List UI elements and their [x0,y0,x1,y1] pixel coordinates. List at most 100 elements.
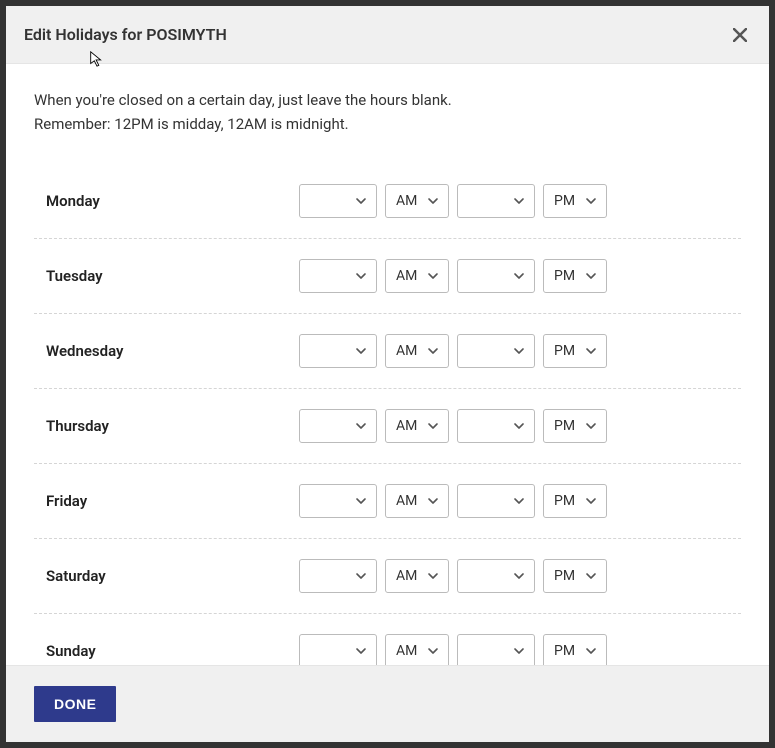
close-period-select[interactable]: PM [543,484,607,518]
chevron-down-icon [354,419,368,433]
close-period-select[interactable]: PM [543,634,607,665]
open-period-select[interactable]: AM [385,559,449,593]
time-controls: AM PM [299,409,607,443]
day-label: Monday [34,192,299,210]
time-controls: AM PM [299,559,607,593]
chevron-down-icon [584,569,598,583]
day-row: Sunday AM PM [34,614,741,665]
days-list: MondayAMPMTuesdayAMPMWednesdayAMPMThursd… [34,164,741,665]
close-period-value: PM [554,343,575,359]
chevron-down-icon [354,494,368,508]
chevron-down-icon [584,494,598,508]
chevron-down-icon [426,494,440,508]
chevron-down-icon [354,344,368,358]
chevron-down-icon [512,569,526,583]
modal-body: When you're closed on a certain day, jus… [6,64,769,665]
chevron-down-icon [512,344,526,358]
day-label: Tuesday [34,267,299,285]
close-hour-select[interactable] [457,184,535,218]
chevron-down-icon [354,644,368,658]
close-hour-select[interactable] [457,409,535,443]
close-hour-select[interactable] [457,559,535,593]
chevron-down-icon [584,194,598,208]
modal-footer: DONE [6,665,769,742]
open-period-value: AM [396,568,417,584]
day-row: Saturday AM PM [34,539,741,614]
open-period-select[interactable]: AM [385,334,449,368]
open-hour-select[interactable] [299,334,377,368]
day-label: Saturday [34,567,299,585]
open-period-value: AM [396,418,417,434]
time-controls: AM PM [299,634,607,665]
close-period-select[interactable]: PM [543,334,607,368]
open-period-select[interactable]: AM [385,184,449,218]
chevron-down-icon [426,344,440,358]
open-period-select[interactable]: AM [385,409,449,443]
chevron-down-icon [512,494,526,508]
time-controls: AM PM [299,259,607,293]
close-hour-select[interactable] [457,259,535,293]
chevron-down-icon [584,644,598,658]
close-period-value: PM [554,418,575,434]
time-controls: AM PM [299,484,607,518]
done-button[interactable]: DONE [34,686,116,722]
open-hour-select[interactable] [299,184,377,218]
chevron-down-icon [354,569,368,583]
chevron-down-icon [512,194,526,208]
close-period-select[interactable]: PM [543,259,607,293]
open-period-value: AM [396,343,417,359]
open-period-select[interactable]: AM [385,259,449,293]
close-hour-select[interactable] [457,334,535,368]
chevron-down-icon [512,644,526,658]
chevron-down-icon [426,269,440,283]
chevron-down-icon [354,269,368,283]
close-hour-select[interactable] [457,634,535,665]
day-row: Wednesday AM PM [34,314,741,389]
day-row: Thursday AM PM [34,389,741,464]
close-period-value: PM [554,568,575,584]
open-hour-select[interactable] [299,559,377,593]
chevron-down-icon [512,419,526,433]
day-label: Sunday [34,642,299,660]
day-row: Monday AM PM [34,164,741,239]
day-label: Friday [34,492,299,510]
close-icon [733,28,747,42]
close-period-value: PM [554,643,575,659]
day-row: Tuesday AM PM [34,239,741,314]
instructions-text: When you're closed on a certain day, jus… [34,88,741,136]
open-hour-select[interactable] [299,634,377,665]
chevron-down-icon [584,419,598,433]
open-hour-select[interactable] [299,409,377,443]
modal-dialog: Edit Holidays for POSIMYTH When you're c… [6,6,769,742]
modal-title: Edit Holidays for POSIMYTH [24,25,227,44]
modal-header: Edit Holidays for POSIMYTH [6,6,769,64]
instructions-line-1: When you're closed on a certain day, jus… [34,88,741,112]
day-row: Friday AM PM [34,464,741,539]
open-period-value: AM [396,268,417,284]
instructions-line-2: Remember: 12PM is midday, 12AM is midnig… [34,112,741,136]
day-label: Thursday [34,417,299,435]
close-hour-select[interactable] [457,484,535,518]
open-hour-select[interactable] [299,259,377,293]
close-period-value: PM [554,493,575,509]
open-hour-select[interactable] [299,484,377,518]
open-period-select[interactable]: AM [385,484,449,518]
close-period-select[interactable]: PM [543,184,607,218]
close-button[interactable] [729,24,751,46]
time-controls: AM PM [299,334,607,368]
chevron-down-icon [426,644,440,658]
close-period-value: PM [554,268,575,284]
open-period-select[interactable]: AM [385,634,449,665]
open-period-value: AM [396,193,417,209]
close-period-select[interactable]: PM [543,559,607,593]
chevron-down-icon [354,194,368,208]
time-controls: AM PM [299,184,607,218]
close-period-value: PM [554,193,575,209]
close-period-select[interactable]: PM [543,409,607,443]
open-period-value: AM [396,493,417,509]
chevron-down-icon [426,419,440,433]
day-label: Wednesday [34,342,299,360]
chevron-down-icon [426,569,440,583]
chevron-down-icon [512,269,526,283]
open-period-value: AM [396,643,417,659]
